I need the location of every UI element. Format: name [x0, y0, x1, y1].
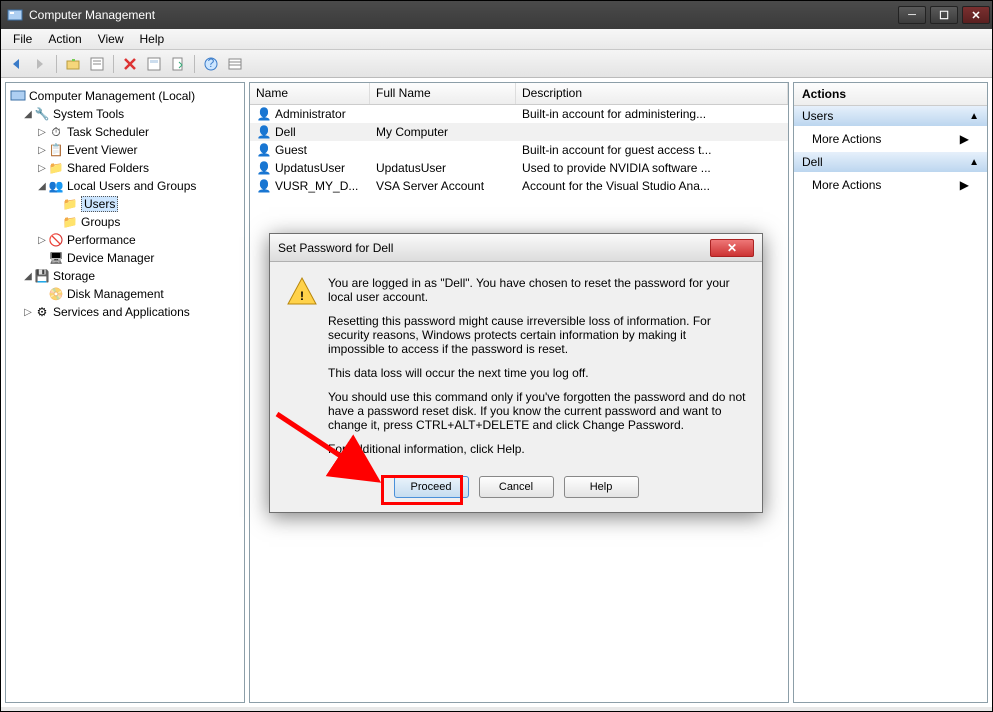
navigation-tree[interactable]: Computer Management (Local) ◢🔧System Too… [5, 82, 245, 703]
folder-shared-icon: 📁 [48, 160, 64, 176]
window-titlebar: Computer Management ─ ☐ ✕ [1, 1, 992, 29]
actions-more-dell[interactable]: More Actions▶ [794, 172, 987, 198]
expand-icon[interactable]: ◢ [22, 109, 34, 120]
tools-icon: 🔧 [34, 106, 50, 122]
tree-system-tools[interactable]: System Tools [53, 107, 124, 121]
dialog-close-button[interactable]: ✕ [710, 239, 754, 257]
dialog-text: You are logged in as "Dell". You have ch… [328, 276, 746, 466]
expand-icon[interactable]: ▷ [36, 145, 48, 156]
warning-icon: ! [286, 276, 318, 308]
menu-file[interactable]: File [5, 30, 40, 48]
window-title: Computer Management [29, 8, 155, 22]
storage-icon: 💾 [34, 268, 50, 284]
expand-icon[interactable]: ▷ [36, 163, 48, 174]
performance-icon: 🚫 [48, 232, 64, 248]
actions-more-users[interactable]: More Actions▶ [794, 126, 987, 152]
tree-storage[interactable]: Storage [53, 269, 95, 283]
list-row[interactable]: 👤UpdatusUser UpdatusUser Used to provide… [250, 159, 788, 177]
col-name[interactable]: Name [250, 83, 370, 104]
event-icon: 📋 [48, 142, 64, 158]
tree-disk-management[interactable]: Disk Management [67, 287, 164, 301]
expand-icon[interactable]: ◢ [36, 181, 48, 192]
list-row[interactable]: 👤Administrator Built-in account for admi… [250, 105, 788, 123]
device-icon: 🖥 [48, 250, 64, 266]
collapse-icon: ▲ [969, 111, 979, 122]
tree-shared-folders[interactable]: Shared Folders [67, 161, 149, 175]
proceed-button[interactable]: Proceed [394, 476, 469, 498]
actions-group-users[interactable]: Users▲ [794, 106, 987, 126]
actions-header: Actions [794, 83, 987, 106]
minimize-button[interactable]: ─ [898, 6, 926, 24]
user-icon: 👤 [256, 178, 272, 194]
close-button[interactable]: ✕ [962, 6, 990, 24]
back-button[interactable] [5, 53, 27, 75]
clock-icon: ⏱ [48, 124, 64, 140]
help-button[interactable]: Help [564, 476, 639, 498]
users-icon: 👥 [48, 178, 64, 194]
svg-text:!: ! [300, 289, 304, 303]
actions-pane: Actions Users▲ More Actions▶ Dell▲ More … [793, 82, 988, 703]
menu-view[interactable]: View [90, 30, 132, 48]
chevron-right-icon: ▶ [960, 178, 969, 192]
tree-services-apps[interactable]: Services and Applications [53, 305, 190, 319]
folder-icon: 📁 [62, 196, 78, 212]
refresh-button[interactable] [143, 53, 165, 75]
col-full-name[interactable]: Full Name [370, 83, 516, 104]
menu-action[interactable]: Action [40, 30, 89, 48]
app-icon [7, 7, 23, 23]
maximize-button[interactable]: ☐ [930, 6, 958, 24]
tree-device-manager[interactable]: Device Manager [67, 251, 154, 265]
user-icon: 👤 [256, 106, 272, 122]
user-icon: 👤 [256, 124, 272, 140]
up-folder-button[interactable] [62, 53, 84, 75]
dialog-titlebar[interactable]: Set Password for Dell ✕ [270, 234, 762, 262]
tree-performance[interactable]: Performance [67, 233, 136, 247]
menu-bar: File Action View Help [1, 29, 992, 50]
list-row[interactable]: 👤Dell My Computer [250, 123, 788, 141]
disk-icon: 📀 [48, 286, 64, 302]
cancel-button[interactable]: Cancel [479, 476, 554, 498]
dialog-title: Set Password for Dell [278, 241, 393, 255]
menu-help[interactable]: Help [132, 30, 173, 48]
tree-groups[interactable]: Groups [81, 215, 120, 229]
tree-task-scheduler[interactable]: Task Scheduler [67, 125, 149, 139]
user-icon: 👤 [256, 142, 272, 158]
list-header: Name Full Name Description [250, 83, 788, 105]
expand-icon[interactable]: ▷ [22, 307, 34, 318]
services-icon: ⚙ [34, 304, 50, 320]
expand-icon[interactable]: ▷ [36, 235, 48, 246]
computer-icon [10, 88, 26, 104]
list-row[interactable]: 👤VUSR_MY_D... VSA Server Account Account… [250, 177, 788, 195]
actions-group-dell[interactable]: Dell▲ [794, 152, 987, 172]
delete-button[interactable] [119, 53, 141, 75]
set-password-dialog: Set Password for Dell ✕ ! You are logged… [269, 233, 763, 513]
collapse-icon: ▲ [969, 157, 979, 168]
toolbar: ? [1, 50, 992, 78]
col-description[interactable]: Description [516, 83, 788, 104]
tree-root[interactable]: Computer Management (Local) [29, 89, 195, 103]
tree-event-viewer[interactable]: Event Viewer [67, 143, 137, 157]
properties-button[interactable] [86, 53, 108, 75]
list-row[interactable]: 👤Guest Built-in account for guest access… [250, 141, 788, 159]
tree-local-users-groups[interactable]: Local Users and Groups [67, 179, 196, 193]
svg-text:?: ? [208, 56, 215, 70]
list-view-button[interactable] [224, 53, 246, 75]
export-button[interactable] [167, 53, 189, 75]
dialog-button-row: Proceed Cancel Help [270, 476, 762, 498]
tree-users[interactable]: Users [81, 196, 118, 212]
help-button[interactable]: ? [200, 53, 222, 75]
forward-button[interactable] [29, 53, 51, 75]
folder-icon: 📁 [62, 214, 78, 230]
expand-icon[interactable]: ◢ [22, 271, 34, 282]
chevron-right-icon: ▶ [960, 132, 969, 146]
user-icon: 👤 [256, 160, 272, 176]
expand-icon[interactable]: ▷ [36, 127, 48, 138]
